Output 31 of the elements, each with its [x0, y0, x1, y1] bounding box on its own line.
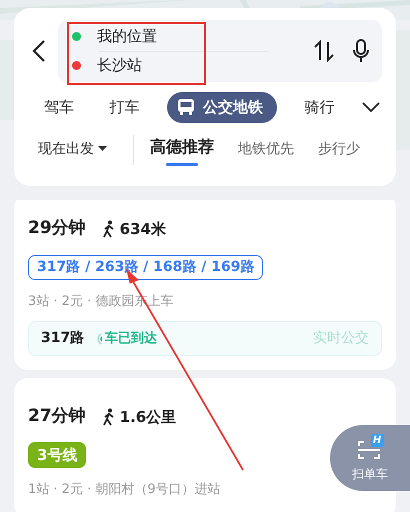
line-tag: 3号线 [28, 442, 86, 468]
sort-tab[interactable]: 高德推荐 [150, 134, 214, 166]
duration-text: 27分钟 [28, 405, 86, 428]
line-tag: 317路 / 263路 / 168路 / 169路 [28, 254, 264, 280]
signal-icon [96, 332, 102, 344]
destination-text[interactable]: 长沙站 [97, 54, 142, 77]
walking-icon [102, 408, 116, 426]
walk-distance-text: 634米 [120, 218, 166, 240]
chevron-down-icon[interactable] [362, 102, 380, 112]
realtime-panel[interactable]: 317路 车已到达 实时公交 [28, 321, 382, 356]
swap-icon[interactable] [314, 40, 334, 62]
walk-distance-text: 1.6公里 [120, 406, 176, 428]
line-name-text: 317路 [41, 329, 84, 348]
sort-tab[interactable]: 步行少 [318, 138, 360, 166]
back-icon[interactable] [32, 39, 46, 63]
caret-icon [98, 146, 107, 152]
realtime-label: 实时公交 [313, 329, 369, 348]
arrival-status-text: 车已到达 [105, 330, 158, 348]
mode-tab[interactable]: 打车 [102, 92, 148, 122]
bus-icon [177, 98, 195, 116]
mode-tab[interactable]: 公交地铁 [167, 92, 277, 122]
origin-text[interactable]: 我的位置 [97, 25, 157, 48]
microphone-icon[interactable] [352, 39, 370, 63]
depart-time-dropdown[interactable]: 现在出发 [38, 138, 107, 160]
sort-tab[interactable]: 地铁优先 [238, 138, 294, 166]
route-info-text: 1站 · 2元 · 朝阳村（9号口）进站 [28, 481, 222, 499]
walking-icon [102, 220, 116, 238]
route-input[interactable]: 我的位置 长沙站 [58, 20, 382, 82]
mode-tab[interactable]: 骑行 [296, 92, 342, 122]
duration-text: 29分钟 [28, 217, 86, 240]
mode-tab[interactable]: 驾车 [36, 92, 82, 122]
